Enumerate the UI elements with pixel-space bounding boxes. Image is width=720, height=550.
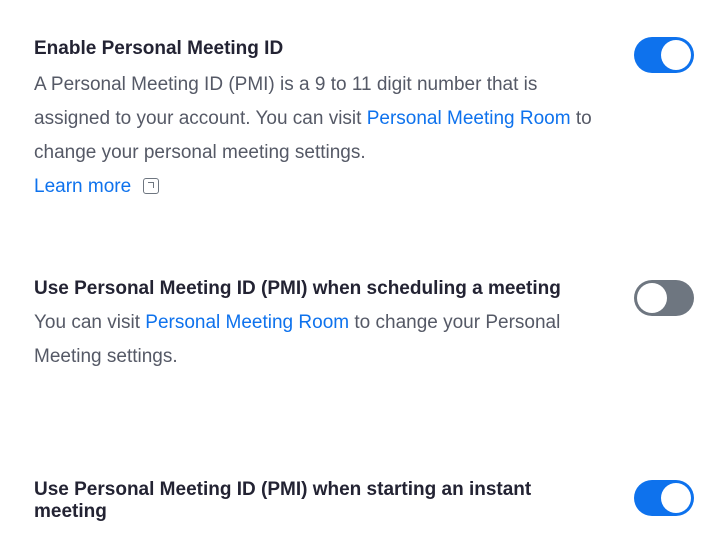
toggle-knob — [637, 283, 667, 313]
personal-meeting-room-link[interactable]: Personal Meeting Room — [145, 312, 349, 333]
setting-description: A Personal Meeting ID (PMI) is a 9 to 11… — [34, 68, 604, 204]
external-link-icon[interactable] — [143, 178, 160, 194]
setting-enable-pmi: Enable Personal Meeting ID A Personal Me… — [34, 38, 694, 204]
setting-title: Use Personal Meeting ID (PMI) when sched… — [34, 278, 561, 299]
setting-pmi-scheduling: Use Personal Meeting ID (PMI) when sched… — [34, 278, 694, 374]
toggle-knob — [661, 40, 691, 70]
description-text: You can visit — [34, 312, 146, 333]
enable-pmi-toggle[interactable] — [634, 37, 694, 73]
setting-pmi-instant: Use Personal Meeting ID (PMI) when start… — [34, 479, 694, 523]
toggle-knob — [661, 483, 691, 513]
personal-meeting-room-link[interactable]: Personal Meeting Room — [367, 108, 571, 129]
pmi-instant-toggle[interactable] — [634, 480, 694, 516]
setting-description: You can visit Personal Meeting Room to c… — [34, 306, 604, 374]
pmi-scheduling-toggle[interactable] — [634, 280, 694, 316]
learn-more-link[interactable]: Learn more — [34, 176, 131, 197]
setting-title: Enable Personal Meeting ID — [34, 38, 284, 59]
setting-title: Use Personal Meeting ID (PMI) when start… — [34, 479, 532, 522]
